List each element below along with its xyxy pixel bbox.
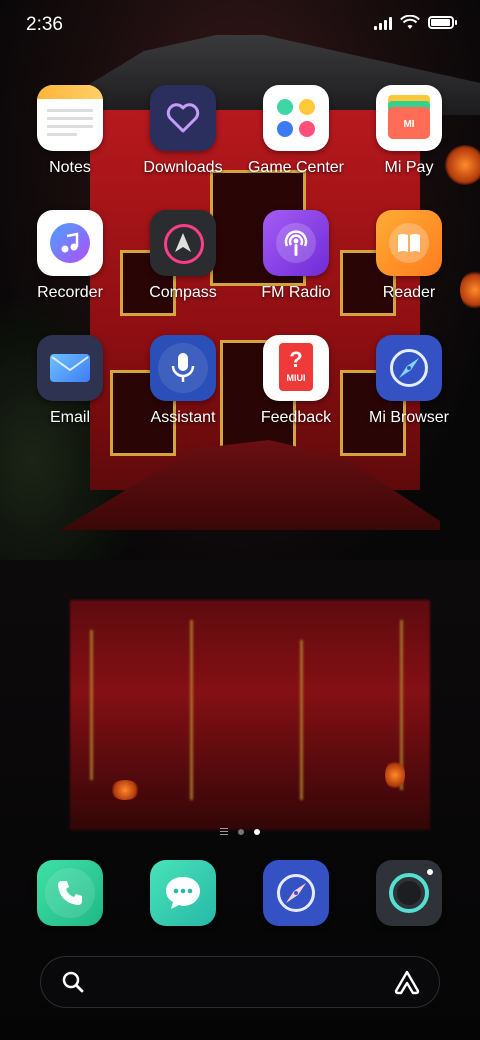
messages-icon [150,860,216,926]
app-notes[interactable]: Notes [14,85,126,177]
page-dot-2-active[interactable] [254,828,260,835]
app-fm-radio[interactable]: FM Radio [240,210,352,302]
recorder-icon [37,210,103,276]
app-label: Notes [49,159,91,176]
app-mi-pay[interactable]: MI Mi Pay [353,85,465,177]
phone-icon [37,860,103,926]
signal-icon [374,16,392,30]
app-email[interactable]: Email [14,335,126,427]
game-center-icon [263,85,329,151]
mi-pay-icon: MI [376,85,442,151]
app-assistant[interactable]: Assistant [127,335,239,427]
dock-phone[interactable] [14,860,126,926]
app-label: Mi Pay [384,159,434,176]
app-compass[interactable]: Compass [127,210,239,302]
camera-icon [376,860,442,926]
dock-messages[interactable] [127,860,239,926]
app-downloads[interactable]: Downloads [127,85,239,177]
dock-browser[interactable] [240,860,352,926]
menu-lines-icon [220,828,228,835]
downloads-icon [150,85,216,151]
page-dot-1[interactable] [238,828,244,835]
battery-icon [428,16,457,29]
status-icons [374,15,457,30]
app-label: Assistant [150,409,216,426]
notes-icon [37,85,103,151]
app-mi-browser[interactable]: Mi Browser [353,335,465,427]
dock-camera[interactable] [353,860,465,926]
app-game-center[interactable]: Game Center [240,85,352,177]
assistant-icon [150,335,216,401]
app-label: Game Center [247,159,345,176]
dock [0,860,480,926]
wifi-icon [400,15,420,29]
app-label: Mi Browser [368,409,449,426]
page-indicator[interactable] [0,828,480,835]
compass-icon [150,210,216,276]
app-label: FM Radio [261,284,331,301]
app-label: Reader [382,284,436,301]
mi-browser-icon [376,335,442,401]
app-feedback[interactable]: ? MIUI Feedback [240,335,352,427]
assistant-triangle-icon[interactable] [393,969,421,997]
search-icon[interactable] [61,970,85,994]
email-icon [37,335,103,401]
app-label: Downloads [143,159,223,176]
app-label: Compass [149,284,217,301]
reader-icon [376,210,442,276]
feedback-icon-text: MIUI [286,373,306,383]
status-time: 2:36 [26,14,63,35]
mi-pay-icon-text: MI [403,119,415,130]
search-bar[interactable] [40,956,440,1008]
browser-icon [263,860,329,926]
app-label: Recorder [37,284,103,301]
app-reader[interactable]: Reader [353,210,465,302]
app-label: Feedback [260,409,332,426]
app-recorder[interactable]: Recorder [14,210,126,302]
app-label: Email [49,409,90,426]
fm-radio-icon [263,210,329,276]
status-bar: 2:36 [0,0,480,50]
feedback-icon: ? MIUI [263,335,329,401]
